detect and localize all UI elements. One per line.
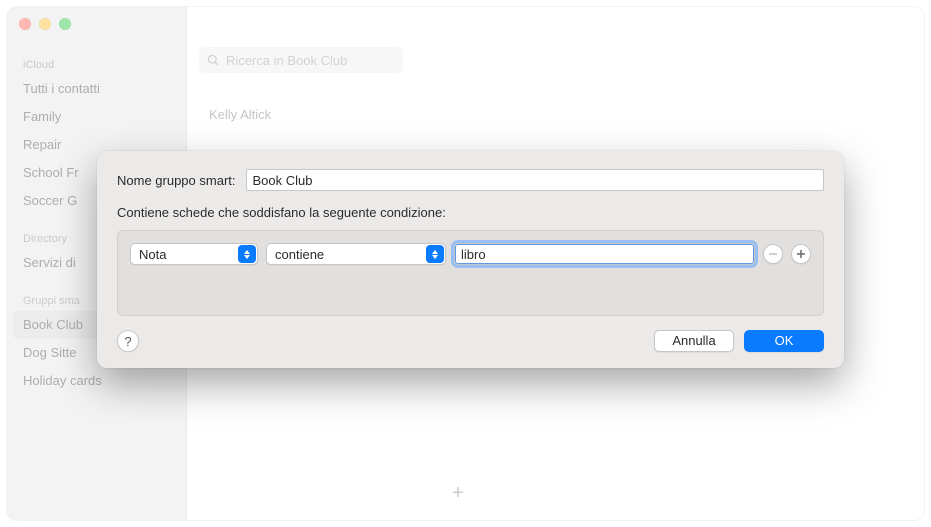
ok-button[interactable]: OK bbox=[744, 330, 824, 352]
window-close-button[interactable] bbox=[19, 18, 31, 30]
condition-row: Nota contiene bbox=[130, 243, 811, 265]
minus-icon bbox=[768, 249, 778, 259]
add-condition-button[interactable] bbox=[791, 244, 811, 264]
search-input[interactable]: Ricerca in Book Club bbox=[199, 47, 403, 73]
condition-field-select[interactable]: Nota bbox=[130, 243, 258, 265]
help-button[interactable]: ? bbox=[117, 330, 139, 352]
sidebar-item[interactable]: Holiday cards bbox=[7, 367, 186, 395]
smart-group-name-input[interactable] bbox=[246, 169, 825, 191]
updown-arrows-icon bbox=[426, 245, 444, 263]
plus-icon bbox=[796, 249, 806, 259]
window-traffic-lights bbox=[19, 18, 71, 30]
cancel-button[interactable]: Annulla bbox=[654, 330, 734, 352]
condition-container: Nota contiene bbox=[117, 230, 824, 316]
updown-arrows-icon bbox=[238, 245, 256, 263]
sidebar-section-header: iCloud bbox=[7, 51, 186, 75]
condition-operator-select[interactable]: contiene bbox=[266, 243, 446, 265]
dialog-footer: ? Annulla OK bbox=[117, 330, 824, 352]
sidebar-item[interactable]: Family bbox=[7, 103, 186, 131]
app-window: iCloud Tutti i contatti Family Repair Sc… bbox=[7, 7, 924, 520]
window-minimize-button[interactable] bbox=[39, 18, 51, 30]
smart-group-name-label: Nome gruppo smart: bbox=[117, 173, 236, 188]
smart-group-dialog: Nome gruppo smart: Contiene schede che s… bbox=[97, 151, 844, 368]
search-icon bbox=[207, 54, 220, 67]
add-button[interactable]: + bbox=[442, 482, 474, 506]
window-zoom-button[interactable] bbox=[59, 18, 71, 30]
condition-value-input[interactable] bbox=[454, 243, 755, 265]
remove-condition-button[interactable] bbox=[763, 244, 783, 264]
condition-heading: Contiene schede che soddisfano la seguen… bbox=[117, 205, 824, 220]
search-placeholder: Ricerca in Book Club bbox=[226, 53, 347, 68]
condition-field-value: Nota bbox=[139, 247, 166, 262]
sidebar-item[interactable]: Tutti i contatti bbox=[7, 75, 186, 103]
contact-row[interactable]: Kelly Altick bbox=[209, 107, 271, 122]
condition-operator-value: contiene bbox=[275, 247, 324, 262]
